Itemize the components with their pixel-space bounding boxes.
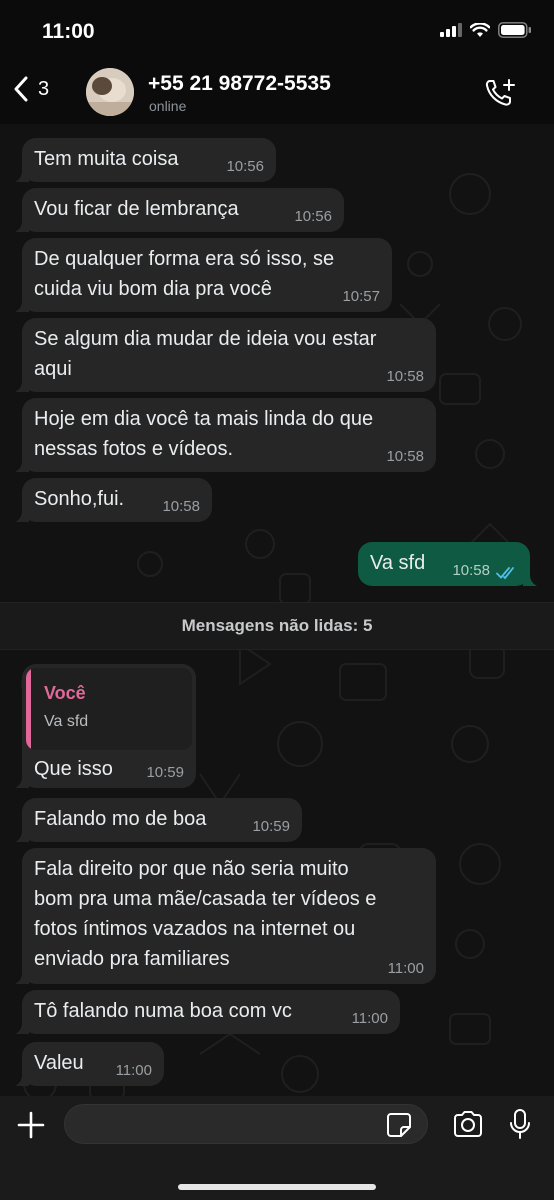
quote-author: Você bbox=[44, 683, 86, 703]
message-time: 10:57 bbox=[342, 288, 380, 305]
bubble-tail bbox=[15, 774, 29, 788]
message-text-line: bom pra uma mãe/casada ter vídeos e bbox=[34, 888, 377, 910]
attach-button[interactable] bbox=[16, 1110, 46, 1145]
message-text: Tô falando numa boa com vc bbox=[34, 1000, 292, 1022]
sticker-icon bbox=[387, 1113, 411, 1137]
status-bar: 11:00 bbox=[0, 0, 554, 62]
voice-message-button[interactable] bbox=[508, 1108, 532, 1145]
call-plus-icon bbox=[485, 79, 515, 106]
status-icons bbox=[440, 22, 532, 38]
message-time: 10:59 bbox=[252, 818, 290, 835]
bubble-tail bbox=[15, 508, 29, 522]
message-bubble[interactable]: Valeu 11:00 bbox=[15, 1042, 164, 1086]
message-bubble[interactable]: Hoje em dia você ta mais linda do que ne… bbox=[15, 398, 436, 472]
camera-icon bbox=[454, 1111, 482, 1137]
message-text: Valeu bbox=[34, 1052, 84, 1074]
bubble-tail bbox=[523, 572, 537, 586]
status-time: 11:00 bbox=[42, 20, 95, 43]
message-bubble[interactable]: Tô falando numa boa com vc 11:00 bbox=[15, 990, 400, 1034]
message-text-line: cuida viu bom dia pra você bbox=[34, 278, 272, 300]
bubble-tail bbox=[15, 1020, 29, 1034]
bubble-tail bbox=[15, 1072, 29, 1086]
message-time: 11:00 bbox=[351, 1010, 388, 1027]
message-bubble[interactable]: Fala direito por que não seria muito bom… bbox=[15, 848, 436, 984]
camera-button[interactable] bbox=[452, 1110, 484, 1143]
contact-status: online bbox=[149, 98, 187, 114]
message-text-line: De qualquer forma era só isso, se bbox=[34, 248, 335, 270]
back-chevron-icon bbox=[14, 76, 28, 102]
battery-icon bbox=[498, 22, 531, 38]
bubble-tail bbox=[15, 970, 29, 984]
message-bubble[interactable]: Se algum dia mudar de ideia vou estar aq… bbox=[15, 318, 436, 392]
outgoing-message-bubble[interactable]: Va sfd 10:58 bbox=[358, 542, 537, 586]
message-text-line: Hoje em dia você ta mais linda do que bbox=[34, 408, 374, 430]
message-bubble[interactable]: Tem muita coisa 10:56 bbox=[15, 138, 276, 182]
bubble-tail bbox=[15, 458, 29, 472]
message-text-line: Se algum dia mudar de ideia vou estar bbox=[34, 328, 377, 350]
message-bubble-with-reply[interactable]: Você Va sfd Que isso 10:59 bbox=[15, 664, 196, 788]
message-text-line: fotos íntimos vazados na internet ou bbox=[34, 918, 356, 940]
message-text-line: aqui bbox=[34, 358, 72, 380]
message-time: 10:58 bbox=[452, 562, 490, 579]
contact-name[interactable]: +55 21 98772-5535 bbox=[148, 72, 331, 96]
message-composer bbox=[0, 1096, 554, 1200]
chat-area[interactable]: Tem muita coisa 10:56 Vou ficar de lembr… bbox=[0, 124, 554, 1096]
message-text: Falando mo de boa bbox=[34, 808, 207, 830]
message-text: Que isso bbox=[34, 758, 113, 780]
unread-divider: Mensagens não lidas: 5 bbox=[0, 602, 554, 650]
message-time: 11:00 bbox=[387, 960, 424, 977]
message-time: 10:59 bbox=[146, 764, 184, 781]
bubble-tail bbox=[15, 378, 29, 392]
message-bubble[interactable]: De qualquer forma era só isso, se cuida … bbox=[15, 238, 392, 312]
back-button[interactable]: 3 bbox=[14, 76, 49, 102]
bubble-tail bbox=[15, 828, 29, 842]
message-text-line: Fala direito por que não seria muito bbox=[34, 858, 349, 880]
message-bubble[interactable]: Falando mo de boa 10:59 bbox=[15, 798, 302, 842]
unread-chats-count: 3 bbox=[38, 77, 50, 100]
home-indicator bbox=[178, 1184, 376, 1190]
quote-accent-bar bbox=[26, 668, 31, 750]
message-time: 11:00 bbox=[115, 1062, 152, 1079]
message-input[interactable] bbox=[64, 1104, 428, 1144]
microphone-icon bbox=[510, 1109, 530, 1139]
voice-call-button[interactable] bbox=[484, 78, 516, 113]
message-text-line: nessas fotos e vídeos. bbox=[34, 438, 234, 460]
quoted-message[interactable]: Você Va sfd bbox=[26, 668, 192, 750]
sticker-button[interactable] bbox=[386, 1112, 412, 1143]
message-time: 10:58 bbox=[162, 498, 200, 515]
plus-icon bbox=[17, 1111, 45, 1139]
read-ticks-icon bbox=[496, 567, 514, 580]
message-bubble[interactable]: Vou ficar de lembrança 10:56 bbox=[15, 188, 344, 232]
avatar[interactable] bbox=[86, 68, 134, 116]
message-time: 10:56 bbox=[226, 158, 264, 175]
message-time: 10:58 bbox=[386, 448, 424, 465]
message-text: Vou ficar de lembrança bbox=[34, 198, 239, 220]
message-time: 10:58 bbox=[386, 368, 424, 385]
message-text: Tem muita coisa bbox=[34, 148, 179, 170]
message-text: Sonho,fui. bbox=[34, 488, 125, 510]
avatar-photo bbox=[86, 68, 134, 116]
message-text: Va sfd bbox=[370, 552, 426, 574]
signal-icon bbox=[440, 23, 462, 37]
bubble-tail bbox=[15, 298, 29, 312]
bubble-tail bbox=[15, 168, 29, 182]
wifi-icon bbox=[470, 22, 490, 37]
bubble-tail bbox=[15, 218, 29, 232]
message-text-line: enviado pra familiares bbox=[34, 948, 230, 970]
chat-header: 3 +55 21 98772-5535 online bbox=[0, 62, 554, 124]
message-bubble[interactable]: Sonho,fui. 10:58 bbox=[15, 478, 212, 522]
message-time: 10:56 bbox=[294, 208, 332, 225]
quote-text: Va sfd bbox=[44, 713, 89, 730]
